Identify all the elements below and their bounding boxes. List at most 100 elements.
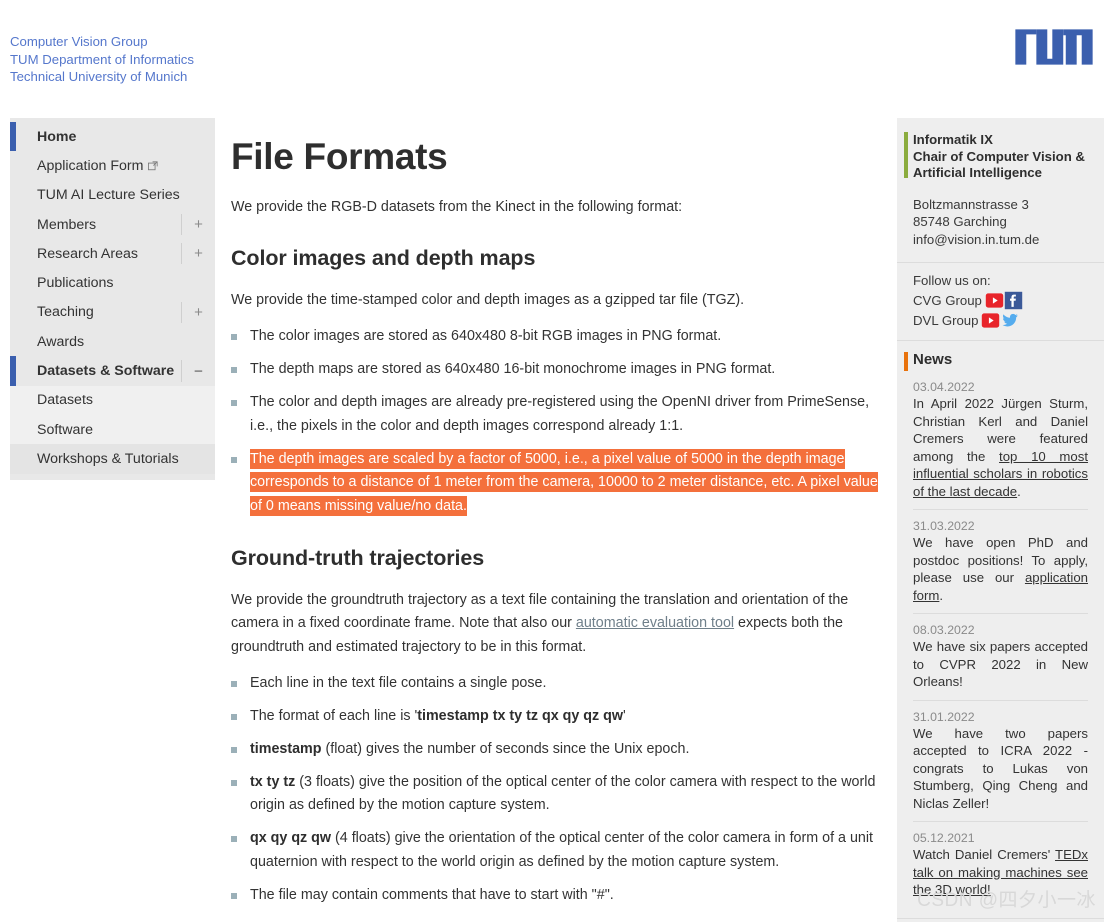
site-header: Computer Vision Group TUM Department of … [0, 0, 1114, 118]
expand-toggle-research-areas[interactable]: + [181, 243, 215, 265]
bullet-text-prefix: The format of each line is ' [250, 708, 418, 725]
brand-line-department[interactable]: TUM Department of Informatics [10, 51, 194, 69]
intro-paragraph: We provide the RGB-D datasets from the K… [231, 198, 683, 215]
expand-toggle-members[interactable]: + [181, 213, 215, 236]
trajectory-bullet-list: Each line in the text file contains a si… [231, 672, 883, 907]
news-body: We have six papers accepted to CVPR 2022… [913, 639, 1088, 689]
sidebar-item-publications[interactable]: Publications [10, 268, 215, 297]
list-item: tx ty tz (3 floats) give the position of… [231, 771, 883, 819]
right-sidebar: Informatik IX Chair of Computer Vision &… [897, 118, 1104, 922]
bullet-text: The file may contain comments that have … [250, 886, 614, 903]
chair-title: Informatik IX Chair of Computer Vision &… [913, 132, 1088, 182]
page-root: Computer Vision Group TUM Department of … [0, 0, 1114, 922]
sidebar-item-awards[interactable]: Awards [10, 327, 215, 356]
brand-line-university[interactable]: Technical University of Munich [10, 68, 194, 86]
sidebar-item-label: Teaching [37, 304, 94, 321]
bullet-text-bold: timestamp [250, 740, 322, 757]
address-street: Boltzmannstrasse 3 [913, 196, 1029, 212]
external-link-icon [148, 159, 159, 171]
list-item: Each line in the text file contains a si… [231, 672, 883, 696]
automatic-evaluation-tool-link[interactable]: automatic evaluation tool [576, 615, 734, 631]
news-text-after-link: . [939, 587, 944, 603]
news-text-after-link: . [1017, 483, 1021, 499]
social-row-cvg: CVG Group [913, 291, 1088, 310]
news-item: 08.03.2022 We have six papers accepted t… [913, 613, 1088, 700]
news-date: 08.03.2022 [913, 623, 975, 637]
news-body: We have open PhD and postdoc positions! … [913, 534, 1088, 604]
news-text-before-link: Watch Daniel Cremers' [913, 847, 1056, 862]
news-item: 05.12.2021 Watch Daniel Cremers' TEDx ta… [913, 821, 1088, 908]
sidebar-subitem-label: Software [37, 421, 93, 438]
sidebar-item-label: Datasets & Software [37, 363, 175, 380]
sidebar-subitem-label: Workshops & Tutorials [37, 450, 179, 467]
list-item: The depth maps are stored as 640x480 16-… [231, 358, 883, 382]
sidebar-item-tum-ai-lecture-series[interactable]: TUM AI Lecture Series [10, 181, 215, 210]
highlighted-bullet-text: The depth images are scaled by a factor … [250, 448, 878, 517]
collapse-toggle-datasets-and-software[interactable]: − [181, 360, 215, 382]
sidebar-item-label: Home [37, 128, 77, 145]
site-brand: Computer Vision Group TUM Department of … [10, 33, 194, 86]
news-item: 03.04.2022 In April 2022 Jürgen Sturm, C… [913, 377, 1088, 509]
news-date: 05.12.2021 [913, 831, 975, 845]
list-item: The color images are stored as 640x480 8… [231, 325, 883, 349]
social-row-label: CVG Group [913, 293, 982, 308]
sidebar-item-application-form[interactable]: Application Form [10, 151, 215, 180]
news-date: 03.04.2022 [913, 380, 975, 394]
sidebar-subitem-workshops-and-tutorials[interactable]: Workshops & Tutorials [10, 444, 215, 474]
follow-us-label: Follow us on: [913, 273, 991, 288]
list-item: timestamp (float) gives the number of se… [231, 738, 883, 762]
bullet-text: (4 floats) give the orientation of the o… [250, 830, 874, 870]
sidebar-subitem-label: Datasets [37, 392, 93, 409]
tum-logo-icon[interactable] [1012, 26, 1096, 68]
follow-us-block: Follow us on: CVG Group DVL Group [897, 263, 1104, 340]
section2-paragraph: We provide the groundtruth trajectory as… [231, 589, 883, 660]
facebook-icon[interactable] [1004, 291, 1023, 310]
address-email[interactable]: info@vision.in.tum.de [913, 231, 1088, 249]
sidebar-item-label: Publications [37, 275, 114, 292]
sidebar-item-research-areas[interactable]: Research Areas + [10, 239, 215, 268]
main-content: File Formats We provide the RGB-D datase… [231, 118, 883, 922]
sidebar-item-label: Members [37, 216, 97, 233]
chair-title-line-1: Informatik IX [913, 132, 993, 147]
bullet-text: The depth maps are stored as 640x480 16-… [250, 361, 776, 378]
address-city: 85748 Garching [913, 214, 1007, 229]
expand-toggle-teaching[interactable]: + [181, 301, 215, 324]
youtube-icon[interactable] [985, 291, 1004, 310]
bullet-text: (3 floats) give the position of the opti… [250, 773, 876, 814]
section-heading-color-images: Color images and depth maps [231, 246, 536, 271]
list-item: The format of each line is 'timestamp tx… [231, 705, 883, 729]
bullet-text-bold: tx ty tz [250, 773, 296, 790]
youtube-icon[interactable] [981, 311, 1000, 330]
chair-title-line-2: Chair of Computer Vision & [913, 148, 1085, 164]
news-body: We have two papers accepted to ICRA 2022… [913, 725, 1088, 811]
sidebar-item-datasets-and-software[interactable]: Datasets & Software − [10, 356, 215, 386]
bullet-text: The color images are stored as 640x480 8… [250, 328, 722, 345]
social-row-dvl: DVL Group [913, 311, 1088, 330]
page-title: File Formats [231, 136, 448, 177]
list-item: The file may contain comments that have … [231, 884, 883, 908]
section-heading-ground-truth: Ground-truth trajectories [231, 545, 485, 570]
file-format-bullet-list: The color images are stored as 640x480 8… [231, 325, 883, 519]
brand-line-cvg[interactable]: Computer Vision Group [10, 33, 194, 51]
news-item: 31.01.2022 We have two papers accepted t… [913, 699, 1088, 822]
sidebar-item-label: TUM AI Lecture Series [37, 187, 180, 204]
news-body: In April 2022 Jürgen Sturm, Christian Ke… [913, 395, 1088, 500]
sidebar-item-label: Research Areas [37, 245, 138, 262]
sidebar-item-members[interactable]: Members + [10, 210, 215, 239]
bullet-text: Each line in the text file contains a si… [250, 675, 547, 692]
bullet-text: The color and depth images are already p… [250, 393, 870, 434]
twitter-icon[interactable] [1000, 311, 1019, 330]
list-item-highlighted: The depth images are scaled by a factor … [231, 448, 883, 519]
sidebar-item-teaching[interactable]: Teaching + [10, 298, 215, 327]
chair-address: Boltzmannstrasse 3 85748 Garching info@v… [913, 196, 1088, 249]
chair-title-line-3: Artificial Intelligence [913, 165, 1042, 180]
sidebar-subitem-software[interactable]: Software [10, 414, 215, 445]
news-date: 31.01.2022 [913, 709, 975, 724]
sidebar-item-home[interactable]: Home [10, 122, 215, 152]
bullet-text-bold: qx qy qz qw [250, 830, 332, 847]
bullet-text-suffix: ' [622, 708, 626, 725]
social-row-label: DVL Group [913, 313, 979, 328]
sidebar-item-label: Awards [37, 333, 85, 350]
sidebar-subitem-datasets[interactable]: Datasets [10, 385, 215, 415]
list-item: qx qy qz qw (4 floats) give the orientat… [231, 827, 883, 875]
